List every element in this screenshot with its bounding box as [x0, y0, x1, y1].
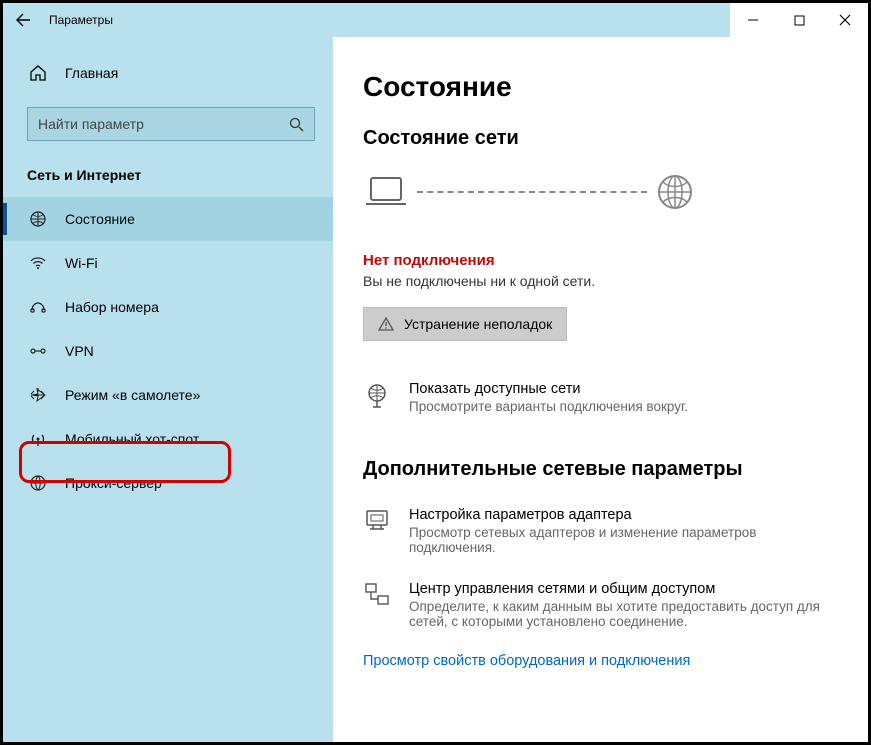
hotspot-icon [27, 430, 49, 448]
advanced-section-title: Дополнительные сетевые параметры [363, 458, 838, 481]
sidebar-item-status[interactable]: Состояние [3, 197, 333, 241]
back-button[interactable] [3, 3, 43, 37]
adapter-settings-action[interactable]: Настройка параметров адаптера Просмотр с… [363, 507, 838, 555]
sidebar-home[interactable]: Главная [3, 55, 333, 91]
sidebar-item-label: Состояние [65, 211, 135, 227]
sidebar-nav: Состояние Wi-Fi Набор номера [3, 197, 333, 505]
sidebar-item-hotspot[interactable]: Мобильный хот-спот [3, 417, 333, 461]
sidebar-item-airplane[interactable]: Режим «в самолете» [3, 373, 333, 417]
dialup-icon [27, 298, 49, 316]
sharing-title: Центр управления сетями и общим доступом [409, 581, 838, 597]
sidebar-item-vpn[interactable]: VPN [3, 329, 333, 373]
network-diagram [363, 172, 838, 212]
no-connection-title: Нет подключения [363, 252, 838, 269]
window-controls [730, 3, 868, 37]
sharing-center-action[interactable]: Центр управления сетями и общим доступом… [363, 581, 838, 629]
window-title: Параметры [49, 13, 113, 27]
airplane-icon [27, 386, 49, 404]
sidebar-item-proxy[interactable]: Прокси-сервер [3, 461, 333, 505]
laptop-icon [363, 174, 409, 210]
sidebar-item-label: VPN [65, 343, 94, 359]
connection-line [417, 191, 647, 193]
adapter-title: Настройка параметров адаптера [409, 507, 838, 523]
sharing-icon [363, 581, 397, 629]
maximize-button[interactable] [776, 3, 822, 37]
status-section-title: Состояние сети [363, 127, 838, 150]
search-box[interactable] [27, 107, 315, 141]
titlebar: Параметры [3, 3, 868, 37]
adapter-icon [363, 507, 397, 555]
sidebar-home-label: Главная [65, 65, 118, 81]
main-content: Состояние Состояние сети Нет подключения… [333, 37, 868, 742]
adapter-desc: Просмотр сетевых адаптеров и изменение п… [409, 525, 838, 555]
show-networks-action[interactable]: Показать доступные сети Просмотрите вари… [363, 381, 838, 414]
hardware-properties-link[interactable]: Просмотр свойств оборудования и подключе… [363, 653, 838, 669]
sidebar-item-label: Мобильный хот-спот [65, 431, 199, 447]
sidebar-item-label: Wi-Fi [65, 255, 98, 271]
show-networks-desc: Просмотрите варианты подключения вокруг. [409, 399, 688, 414]
close-button[interactable] [822, 3, 868, 37]
proxy-icon [27, 474, 49, 492]
show-networks-icon [363, 381, 397, 414]
page-title: Состояние [363, 71, 838, 103]
minimize-button[interactable] [730, 3, 776, 37]
globe-icon [27, 210, 49, 228]
sidebar-item-dialup[interactable]: Набор номера [3, 285, 333, 329]
troubleshoot-button[interactable]: Устранение неполадок [363, 307, 567, 341]
vpn-icon [27, 342, 49, 360]
sidebar-item-wifi[interactable]: Wi-Fi [3, 241, 333, 285]
sharing-desc: Определите, к каким данным вы хотите пре… [409, 599, 838, 629]
sidebar-item-label: Режим «в самолете» [65, 387, 200, 403]
troubleshoot-label: Устранение неполадок [404, 316, 552, 332]
sidebar: Главная Сеть и Интернет Состояние [3, 37, 333, 742]
search-icon [288, 116, 304, 132]
home-icon [27, 64, 49, 82]
warning-icon [378, 316, 394, 332]
sidebar-section-title: Сеть и Интернет [27, 167, 333, 183]
show-networks-title: Показать доступные сети [409, 381, 688, 397]
internet-globe-icon [655, 172, 695, 212]
sidebar-item-label: Прокси-сервер [65, 475, 162, 491]
back-arrow-icon [15, 12, 31, 28]
wifi-icon [27, 254, 49, 272]
sidebar-item-label: Набор номера [65, 299, 159, 315]
no-connection-sub: Вы не подключены ни к одной сети. [363, 273, 838, 289]
search-input[interactable] [38, 116, 288, 132]
